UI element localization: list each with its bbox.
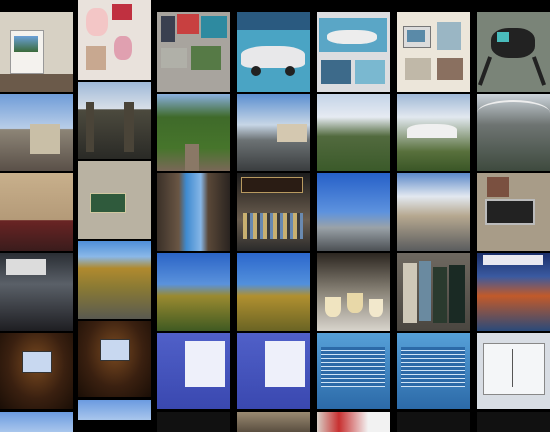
tourism-leaflets-tile (477, 253, 550, 331)
whisky-bottles-boxes-detail-0 (403, 263, 417, 323)
lecture-hall-screen-2-detail-0 (100, 339, 130, 361)
iron-gate-entrance-detail-0 (86, 102, 94, 152)
meeting-room-group-detail-0 (6, 259, 46, 275)
tourism-leaflets-detail-0 (483, 255, 543, 265)
information-signboard-tile (477, 173, 550, 251)
presentation-slide-2-detail-0 (265, 341, 305, 387)
racing-car-painting-detail-0 (241, 46, 305, 68)
canopy-structure-tile (477, 94, 550, 171)
partial-sky-2-tile (78, 400, 151, 420)
tree-lined-path-detail-0 (185, 144, 199, 171)
historic-street-view-tile (0, 94, 73, 171)
cartoon-portrait-art-detail-3 (114, 36, 132, 60)
city-square-building-tile (397, 173, 470, 251)
harbour-waterfront-tile (317, 173, 390, 251)
student-artwork-board-detail-4 (191, 46, 221, 70)
lecture-hall-screen-tile (0, 333, 73, 409)
car-illustration-print-detail-3 (355, 60, 385, 84)
presentation-slide-tile (157, 333, 230, 409)
whisky-bottles-boxes-detail-2 (433, 267, 447, 323)
code-slide-2-tile (397, 333, 470, 409)
framed-photo-poster-detail-1 (14, 36, 38, 52)
commemorative-plaque-tile (78, 161, 151, 239)
computer-drawing-display-detail-3 (405, 58, 431, 80)
robot-creature-sculpture-detail-1 (497, 32, 509, 42)
whisky-tasting-glasses-detail-2 (369, 299, 383, 317)
framed-photo-poster-detail-2 (0, 74, 73, 92)
commemorative-plaque-detail-0 (90, 193, 126, 213)
road-with-street-lamps-tile (237, 94, 310, 171)
cartoon-portrait-art-detail-1 (112, 4, 132, 20)
canopy-structure-detail-0 (477, 100, 550, 126)
whisky-shop-shelves-detail-1 (243, 213, 303, 239)
whisky-bottles-boxes-detail-3 (449, 265, 465, 323)
whisky-tasting-glasses-detail-0 (325, 297, 341, 317)
computer-drawing-display-tile (397, 12, 470, 92)
robot-creature-sculpture-detail-3 (531, 56, 547, 86)
student-artwork-board-tile (157, 12, 230, 92)
robot-creature-sculpture-detail-2 (477, 56, 493, 86)
car-illustration-print-detail-2 (321, 60, 351, 84)
meeting-room-group-tile (0, 253, 73, 331)
partial-building-tile (237, 412, 310, 432)
presentation-slide-detail-0 (185, 341, 225, 387)
student-artwork-board-detail-0 (161, 16, 175, 42)
diagram-slide-tile (477, 333, 550, 409)
robot-creature-sculpture-tile (477, 12, 550, 92)
computer-drawing-display-detail-2 (437, 22, 461, 50)
diagram-slide-detail-0 (483, 343, 545, 395)
racing-car-painting-detail-3 (237, 12, 310, 30)
autumn-hillside-tile (157, 253, 230, 331)
racing-car-painting-detail-2 (285, 66, 295, 76)
car-illustration-print-detail-1 (327, 30, 377, 44)
whisky-shop-shelves-detail-0 (241, 177, 303, 193)
whisky-tasting-glasses-tile (317, 253, 390, 331)
partial-sky-tile (0, 412, 73, 432)
racing-car-painting-detail-1 (251, 66, 261, 76)
cartoon-portrait-art-detail-0 (86, 8, 108, 36)
partial-blank-tile (397, 412, 470, 432)
presentation-slide-2-tile (237, 333, 310, 409)
tree-lined-path-tile (157, 94, 230, 171)
green-lawn-campus-tile (317, 94, 390, 171)
white-roof-building-tile (397, 94, 470, 171)
code-slide-detail-0 (321, 347, 385, 387)
diagram-slide-detail-1 (512, 349, 513, 387)
whisky-tasting-glasses-detail-1 (347, 293, 363, 313)
iron-gate-entrance-detail-1 (124, 102, 134, 152)
cartoon-portrait-art-tile (78, 0, 151, 80)
car-illustration-print-tile (317, 12, 390, 92)
computer-drawing-display-detail-1 (407, 30, 425, 42)
historic-street-view-detail-0 (30, 124, 60, 154)
student-artwork-board-detail-2 (201, 16, 227, 38)
information-signboard-detail-1 (487, 177, 509, 197)
narrow-alley-view-tile (157, 173, 230, 251)
student-artwork-board-detail-1 (177, 14, 199, 34)
student-artwork-board-detail-3 (161, 48, 187, 68)
code-slide-tile (317, 333, 390, 409)
road-with-street-lamps-detail-0 (277, 124, 307, 142)
whisky-shop-shelves-tile (237, 173, 310, 251)
information-signboard-detail-0 (485, 199, 535, 225)
partial-dark-tile (157, 412, 230, 432)
code-slide-2-detail-0 (401, 347, 465, 387)
whisky-bottles-boxes-tile (397, 253, 470, 331)
computer-drawing-display-detail-4 (437, 58, 463, 80)
photo-mosaic-grid (0, 0, 550, 432)
stone-shopfronts-tile (0, 173, 73, 251)
cartoon-portrait-art-detail-2 (86, 46, 106, 70)
iron-gate-entrance-tile (78, 82, 151, 159)
autumn-hillside-crowd-tile (78, 241, 151, 319)
autumn-hill-closeup-tile (237, 253, 310, 331)
lecture-hall-screen-2-tile (78, 321, 151, 397)
white-roof-building-detail-0 (407, 124, 457, 138)
lecture-hall-screen-detail-0 (22, 351, 52, 373)
framed-photo-poster-tile (0, 12, 73, 92)
whisky-bottles-boxes-detail-1 (419, 261, 431, 321)
partial-sign-tile (317, 412, 390, 432)
partial-dark-2-tile (477, 412, 550, 432)
racing-car-painting-tile (237, 12, 310, 92)
